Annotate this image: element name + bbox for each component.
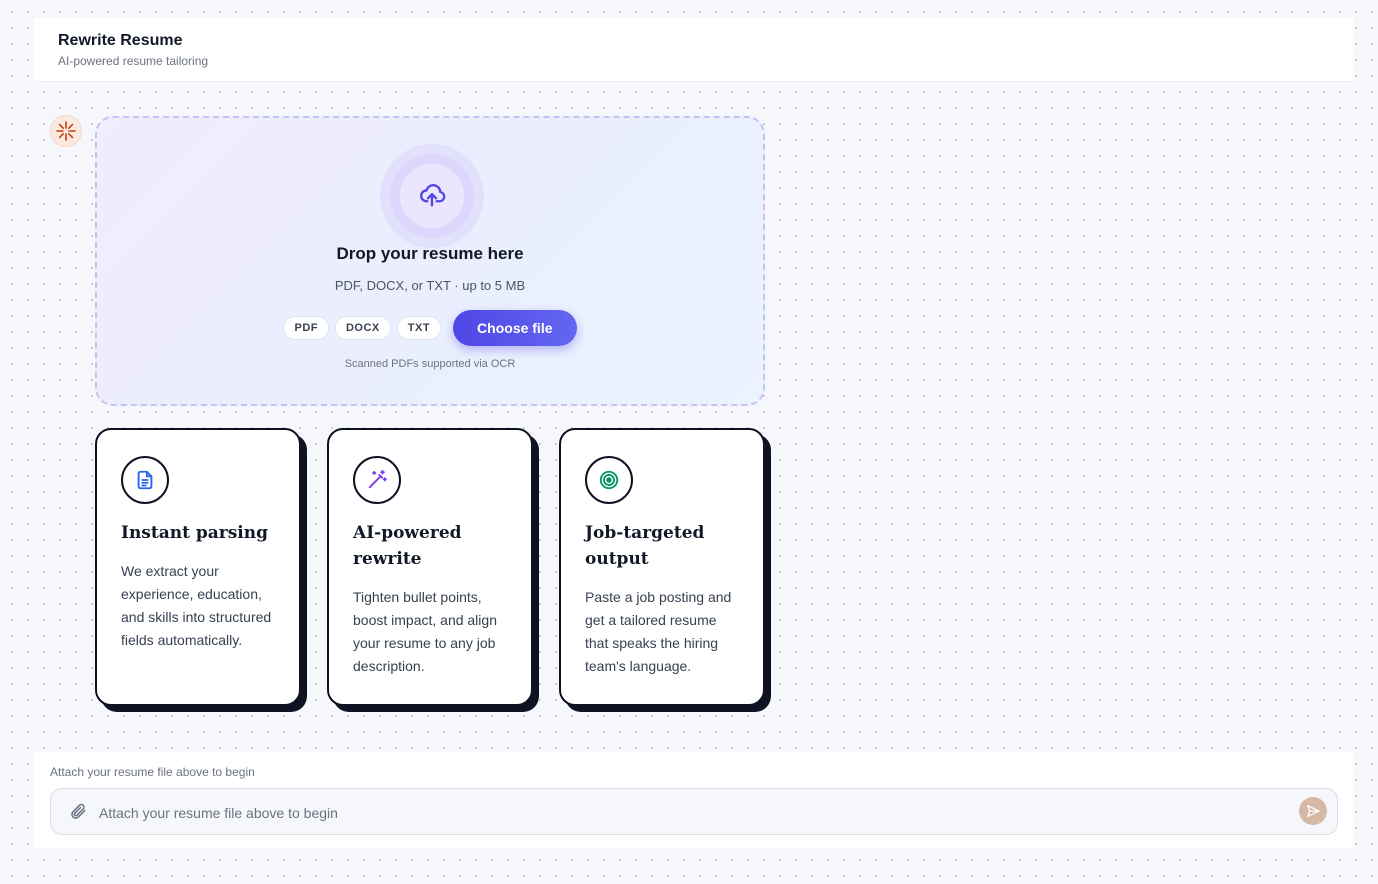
magic-wand-icon	[368, 469, 387, 489]
app-header: Rewrite Resume AI-powered resume tailori…	[34, 18, 1354, 82]
attach-button[interactable]	[69, 802, 87, 825]
target-icon	[599, 470, 619, 490]
format-chip-pdf: PDF	[283, 316, 329, 340]
send-button[interactable]	[1299, 797, 1327, 825]
dropzone-title: Drop your resume here	[336, 244, 524, 263]
feature-card-parsing: Instant parsing We extract your experien…	[95, 428, 301, 706]
feature-card-targeted: Job-targeted output Paste a job posting …	[559, 428, 765, 706]
assistant-avatar	[50, 115, 82, 147]
dropzone-subtitle: PDF, DOCX, or TXT · up to 5 MB	[334, 278, 526, 293]
format-chip-docx: DOCX	[334, 316, 391, 340]
feature-description: Paste a job posting and get a tailored r…	[585, 589, 732, 674]
paperclip-icon	[71, 803, 86, 819]
choose-file-button[interactable]: Choose file	[453, 310, 577, 346]
feature-title: Job-targeted output	[585, 523, 705, 569]
feature-card-rewrite: AI-powered rewrite Tighten bullet points…	[327, 428, 533, 706]
send-icon	[1307, 805, 1320, 817]
feature-description: We extract your experience, education, a…	[121, 563, 272, 648]
feature-title: Instant parsing	[121, 523, 269, 543]
page-title: Rewrite Resume	[58, 32, 183, 49]
ocr-note: Scanned PDFs supported via OCR	[344, 358, 516, 370]
feature-description: Tighten bullet points, boost impact, and…	[353, 589, 497, 674]
feature-title: AI-powered rewrite	[353, 523, 462, 569]
composer-panel: Attach your resume file above to begin	[34, 752, 1354, 848]
composer-bar	[50, 788, 1338, 835]
format-chip-txt: TXT	[396, 316, 442, 340]
format-chips: PDF DOCX TXT Choose file	[97, 310, 763, 346]
upload-icon-badge	[380, 144, 484, 248]
message-input[interactable]	[99, 802, 1279, 824]
document-icon	[137, 470, 153, 490]
cloud-upload-icon	[420, 184, 446, 207]
sparkle-burst-icon	[56, 121, 76, 141]
composer-hint: Attach your resume file above to begin	[50, 765, 255, 779]
page-subtitle: AI-powered resume tailoring	[58, 54, 209, 68]
resume-dropzone[interactable]: Drop your resume here PDF, DOCX, or TXT …	[95, 116, 765, 406]
